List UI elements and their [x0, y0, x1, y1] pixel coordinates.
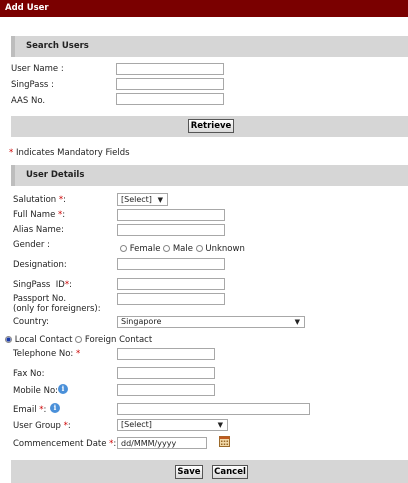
foreign-contact-radio[interactable]	[75, 336, 83, 343]
telephone-input[interactable]	[117, 348, 215, 360]
singpass-input[interactable]	[116, 78, 224, 90]
foreign-contact-label: Foreign Contact	[84, 335, 153, 345]
user-details-heading: User Details	[26, 170, 85, 180]
gender-male-label: Male	[172, 244, 193, 254]
local-contact-label: Local Contact	[14, 335, 73, 345]
passport-label-line2: (only for foreigners):	[13, 304, 101, 314]
retrieve-button[interactable]: Retrieve	[188, 119, 234, 133]
search-users-heading: Search Users	[26, 41, 89, 51]
gender-female-radio[interactable]	[120, 245, 127, 252]
passport-input[interactable]	[117, 293, 225, 305]
chevron-down-icon: ▼	[157, 196, 163, 204]
user-name-input[interactable]	[116, 63, 224, 75]
salutation-select[interactable]: [Select] ▼	[117, 193, 168, 206]
user-group-select[interactable]: [Select] ▼	[117, 419, 228, 431]
singpass-id-label: SingPass ID*:	[13, 280, 72, 290]
cancel-button[interactable]: Cancel	[212, 465, 248, 479]
fax-input[interactable]	[117, 367, 215, 379]
singpass-id-input[interactable]	[117, 278, 225, 290]
commencement-date-input[interactable]: dd/MMM/yyyy	[117, 437, 207, 449]
mandatory-text: Indicates Mandatory Fields	[13, 148, 130, 158]
info-icon[interactable]: i	[50, 403, 60, 413]
gender-male-radio[interactable]	[163, 245, 171, 252]
country-select[interactable]: Singapore ▼	[117, 316, 305, 328]
aas-no-input[interactable]	[116, 93, 224, 105]
user-details-header: User Details	[11, 165, 408, 186]
mobile-label: Mobile No:	[13, 386, 59, 396]
gender-label: Gender :	[13, 240, 50, 250]
singpass-label: SingPass :	[11, 80, 54, 90]
gender-unknown-radio[interactable]	[195, 245, 203, 252]
info-icon[interactable]: i	[58, 384, 68, 394]
save-button[interactable]: Save	[175, 465, 203, 479]
fax-label: Fax No:	[13, 369, 45, 379]
passport-label-line1: Passport No.	[13, 294, 67, 304]
page-title: Add User	[0, 0, 408, 17]
contact-type-options: Local Contact Foreign Contact	[5, 335, 152, 345]
gender-options: Female Male Unknown	[120, 244, 245, 254]
full-name-input[interactable]	[117, 209, 225, 221]
user-group-value: [Select]	[121, 420, 152, 429]
local-contact-radio[interactable]	[5, 336, 12, 343]
commencement-date-label: Commencement Date *:	[13, 439, 117, 449]
country-label: Country:	[13, 317, 50, 327]
footer-bar	[11, 460, 408, 483]
mobile-input[interactable]	[117, 384, 215, 396]
salutation-label: Salutation *:	[13, 195, 67, 205]
email-label: Email *:	[13, 405, 47, 415]
gender-unknown-label: Unknown	[205, 244, 245, 254]
mandatory-note: * Indicates Mandatory Fields	[9, 148, 130, 158]
email-input[interactable]	[117, 403, 310, 415]
full-name-label: Full Name *:	[13, 210, 66, 220]
chevron-down-icon: ▼	[217, 421, 223, 429]
calendar-icon[interactable]	[219, 436, 230, 447]
user-group-label: User Group *:	[13, 421, 71, 431]
telephone-label: Telephone No: *	[13, 349, 81, 359]
user-name-label: User Name :	[11, 64, 64, 74]
alias-name-input[interactable]	[117, 224, 225, 236]
designation-input[interactable]	[117, 258, 225, 270]
country-value: Singapore	[121, 317, 162, 326]
salutation-value: [Select]	[121, 195, 152, 204]
designation-label: Designation:	[13, 260, 67, 270]
chevron-down-icon: ▼	[294, 318, 300, 326]
aas-no-label: AAS No.	[11, 96, 46, 106]
alias-name-label: Alias Name:	[13, 225, 64, 235]
search-users-header: Search Users	[11, 36, 408, 57]
gender-female-label: Female	[129, 244, 161, 254]
